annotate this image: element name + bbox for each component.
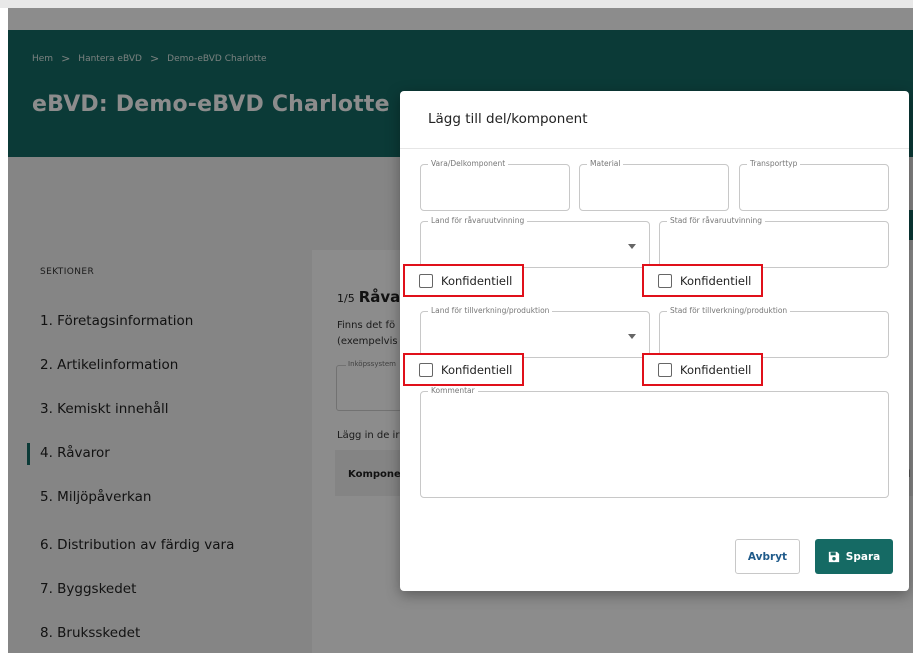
confidential-checkbox[interactable] [658, 274, 672, 288]
add-component-dialog: Lägg till del/komponent Vara/Delkomponen… [400, 91, 909, 591]
item-component-field[interactable]: Vara/Delkomponent [420, 159, 570, 211]
raw-country-label: Land för råvaruutvinning [428, 216, 528, 226]
raw-country-confidential[interactable]: Konfidentiell [403, 264, 524, 297]
item-component-label: Vara/Delkomponent [428, 159, 509, 169]
material-label: Material [587, 159, 624, 169]
transport-type-label: Transporttyp [747, 159, 801, 169]
caret-down-icon [628, 244, 636, 249]
confidential-label: Konfidentiell [441, 274, 513, 288]
confidential-label: Konfidentiell [680, 274, 752, 288]
mfg-city-confidential[interactable]: Konfidentiell [642, 353, 763, 386]
mfg-country-confidential[interactable]: Konfidentiell [403, 353, 524, 386]
raw-city-label: Stad för råvaruutvinning [667, 216, 766, 226]
raw-country-select[interactable]: Land för råvaruutvinning [420, 216, 650, 268]
mfg-city-label: Stad för tillverkning/produktion [667, 306, 791, 316]
material-field[interactable]: Material [579, 159, 729, 211]
raw-city-confidential[interactable]: Konfidentiell [642, 264, 763, 297]
dialog-title: Lägg till del/komponent [428, 111, 588, 127]
confidential-label: Konfidentiell [441, 363, 513, 377]
confidential-checkbox[interactable] [419, 274, 433, 288]
mfg-country-select[interactable]: Land för tillverkning/produktion [420, 306, 650, 358]
cancel-button[interactable]: Avbryt [735, 539, 800, 574]
top-bar [0, 0, 913, 8]
mfg-country-label: Land för tillverkning/produktion [428, 306, 553, 316]
comment-textarea[interactable]: Kommentar [420, 386, 889, 498]
confidential-label: Konfidentiell [680, 363, 752, 377]
transport-type-field[interactable]: Transporttyp [739, 159, 889, 211]
confidential-checkbox[interactable] [658, 363, 672, 377]
dialog-divider [400, 148, 909, 149]
raw-city-field[interactable]: Stad för råvaruutvinning [659, 216, 889, 268]
floppy-disk-icon [828, 551, 839, 562]
save-button[interactable]: Spara [815, 539, 893, 574]
save-button-label: Spara [845, 550, 881, 563]
comment-label: Kommentar [428, 386, 478, 396]
confidential-checkbox[interactable] [419, 363, 433, 377]
caret-down-icon [628, 334, 636, 339]
mfg-city-field[interactable]: Stad för tillverkning/produktion [659, 306, 889, 358]
